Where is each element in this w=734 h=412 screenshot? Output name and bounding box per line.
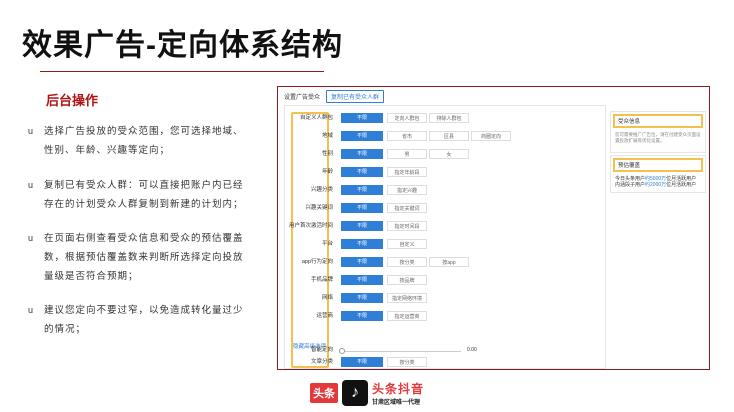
brand-logo: 头条 ♪ 头条抖音 甘肃区域唯一代理 <box>310 380 424 406</box>
audience-info-card: 受众信息 您可需要推广广告位，请在创建受众页面设置投放扩展等优化设置。 <box>610 111 706 153</box>
row-label: 网络 <box>321 295 333 301</box>
option-carrier[interactable]: 指定运营商 <box>387 311 427 321</box>
option-interest[interactable]: 指定兴趣 <box>387 185 427 195</box>
smart-slider-knob[interactable] <box>339 348 345 354</box>
row-label: 地域 <box>321 133 333 139</box>
row-carrier: 运营商 不限 指定运营商 <box>285 310 605 322</box>
option-business[interactable]: 商圈定向 <box>471 131 511 141</box>
smart-slider-value: 0.00 <box>467 347 477 353</box>
bullet-item: u 在页面右侧查看受众信息和受众的预估覆盖数，根据预估覆盖数来判断所选择定向投放… <box>28 229 248 286</box>
option-network[interactable]: 指定网络环境 <box>387 293 427 303</box>
row-gender: 性别 不限 男 女 <box>285 148 605 160</box>
row-app-behavior: app行为定向 不限 按分类 按app <box>285 256 605 268</box>
bullet-item: u 选择广告投放的受众范围，您可选择地域、性别、年龄、兴趣等定向； <box>28 122 248 160</box>
row-label: 性别 <box>321 151 333 157</box>
option-unlimited[interactable]: 不限 <box>341 293 383 303</box>
option-unlimited[interactable]: 不限 <box>341 203 383 213</box>
option-district[interactable]: 区县 <box>429 131 469 141</box>
row-phone-brand: 手机品牌 不限 按品牌 <box>285 274 605 286</box>
bullet-list: u 选择广告投放的受众范围，您可选择地域、性别、年龄、兴趣等定向； u 复制已有… <box>28 122 248 339</box>
panel-header: 设置广告受众 复制已有受众人群 <box>284 90 385 103</box>
row-label: 年龄 <box>321 169 333 175</box>
option-male[interactable]: 男 <box>387 149 427 159</box>
option-unlimited[interactable]: 不限 <box>341 257 383 267</box>
audience-info-text: 您可需要推广广告位，请在创建受众页面设置投放扩展等优化设置。 <box>615 132 701 143</box>
row-network: 网络 不限 指定网络环境 <box>285 292 605 304</box>
copy-audience-button[interactable]: 复制已有受众人群 <box>326 90 385 103</box>
audience-info-title: 受众信息 <box>613 114 703 128</box>
option-age-range[interactable]: 指定年龄段 <box>387 167 427 177</box>
row-label: 自定义人群包 <box>299 115 333 121</box>
bullet-marker: u <box>28 233 35 243</box>
option-unlimited[interactable]: 不限 <box>341 221 383 231</box>
row-label: 智能定向 <box>310 347 333 353</box>
estimate-title: 预估覆盖 <box>613 158 703 172</box>
bullet-item: u 建议您定向不要过窄，以免造成转化量过少的情况； <box>28 301 248 339</box>
row-age: 年龄 不限 指定年龄段 <box>285 166 605 178</box>
row-keyword: 兴趣关键词 不限 指定关键词 <box>285 202 605 214</box>
bullet-marker: u <box>28 180 35 190</box>
row-interest: 兴趣分类 不限 指定兴趣 <box>285 184 605 196</box>
row-label: 用户首次激活时间 <box>289 223 334 229</box>
estimate-prefix-2: 内涵段子用户 <box>615 182 646 188</box>
brand-tagline: 甘肃区域唯一代理 <box>372 400 421 406</box>
brand-text: 头条抖音 甘肃区域唯一代理 <box>372 380 424 406</box>
smart-slider-track[interactable] <box>341 351 461 352</box>
row-label: 平台 <box>321 241 333 247</box>
row-label: 兴趣关键词 <box>305 205 333 211</box>
option-include[interactable]: 定向人群包 <box>387 113 427 123</box>
option-unlimited[interactable]: 不限 <box>341 357 383 367</box>
bullet-item: u 复制已有受众人群：可以直接把账户内已经存在的计划受众人群复制到新建的计划内； <box>28 176 248 214</box>
option-time-range[interactable]: 指定时间段 <box>387 221 427 231</box>
brand-name: 头条抖音 <box>372 382 425 396</box>
row-label: 手机品牌 <box>310 277 333 283</box>
title-divider <box>40 71 324 72</box>
option-unlimited[interactable]: 不限 <box>341 275 383 285</box>
option-unlimited[interactable]: 不限 <box>341 239 383 249</box>
option-by-category[interactable]: 按分类 <box>387 357 427 367</box>
tiktok-icon: ♪ <box>342 380 368 406</box>
option-by-app[interactable]: 按app <box>429 257 469 267</box>
row-label: 兴趣分类 <box>310 187 333 193</box>
row-label: 运营商 <box>316 313 333 319</box>
bullet-text: 在页面右侧查看受众信息和受众的预估覆盖数，根据预估覆盖数来判断所选择定向投放量级… <box>44 233 244 282</box>
option-custom[interactable]: 自定义 <box>387 239 427 249</box>
bullet-text: 选择广告投放的受众范围，您可选择地域、性别、年龄、兴趣等定向； <box>44 126 244 156</box>
bullet-marker: u <box>28 305 35 315</box>
bullet-marker: u <box>28 126 35 136</box>
option-by-category[interactable]: 按分类 <box>387 257 427 267</box>
option-province[interactable]: 省市 <box>387 131 427 141</box>
row-smart-targeting: 智能定向 <box>285 344 605 356</box>
slide-title: 效果广告-定向体系结构 <box>22 29 343 62</box>
bullet-text: 复制已有受众人群：可以直接把账户内已经存在的计划受众人群复制到新建的计划内； <box>44 180 244 210</box>
row-article-category: 文章分类 不限 按分类 <box>285 356 605 368</box>
estimate-suffix: 位月活跃用户 <box>666 182 697 188</box>
option-keyword[interactable]: 指定关键词 <box>387 203 427 213</box>
estimate-card: 预估覆盖 今日头条用户约5000万位月活跃用户 内涵段子用户约2000万位月活跃… <box>610 155 706 193</box>
toutiao-logo: 头条 <box>310 383 338 403</box>
bullet-text: 建议您定向不要过窄，以免造成转化量过少的情况； <box>44 305 244 335</box>
row-activation-time: 用户首次激活时间 不限 指定时间段 <box>285 220 605 232</box>
section-subtitle: 后台操作 <box>46 93 99 108</box>
option-unlimited[interactable]: 不限 <box>341 185 383 195</box>
option-unlimited[interactable]: 不限 <box>341 149 383 159</box>
option-exclude[interactable]: 排除人群包 <box>429 113 469 123</box>
option-unlimited[interactable]: 不限 <box>341 131 383 141</box>
audience-form: 自定义人群包 不限 定向人群包 排除人群包 地域 不限 省市 区县 商圈定向 性… <box>284 105 606 369</box>
screenshot-panel: 设置广告受众 复制已有受众人群 自定义人群包 不限 定向人群包 排除人群包 地域… <box>277 86 710 370</box>
row-platform: 平台 不限 自定义 <box>285 238 605 250</box>
panel-title: 设置广告受众 <box>284 95 321 101</box>
option-unlimited[interactable]: 不限 <box>341 113 383 123</box>
estimate-value-2: 约2000万 <box>645 182 667 188</box>
row-region: 地域 不限 省市 区县 商圈定向 <box>285 130 605 142</box>
row-label: app行为定向 <box>301 259 333 265</box>
option-by-brand[interactable]: 按品牌 <box>387 275 427 285</box>
estimate-text: 今日头条用户约5000万位月活跃用户 内涵段子用户约2000万位月活跃用户 <box>611 174 705 190</box>
option-unlimited[interactable]: 不限 <box>341 311 383 321</box>
option-female[interactable]: 女 <box>429 149 469 159</box>
row-custom-audience: 自定义人群包 不限 定向人群包 排除人群包 <box>285 112 605 124</box>
option-unlimited[interactable]: 不限 <box>341 167 383 177</box>
row-label: 文章分类 <box>310 359 333 365</box>
